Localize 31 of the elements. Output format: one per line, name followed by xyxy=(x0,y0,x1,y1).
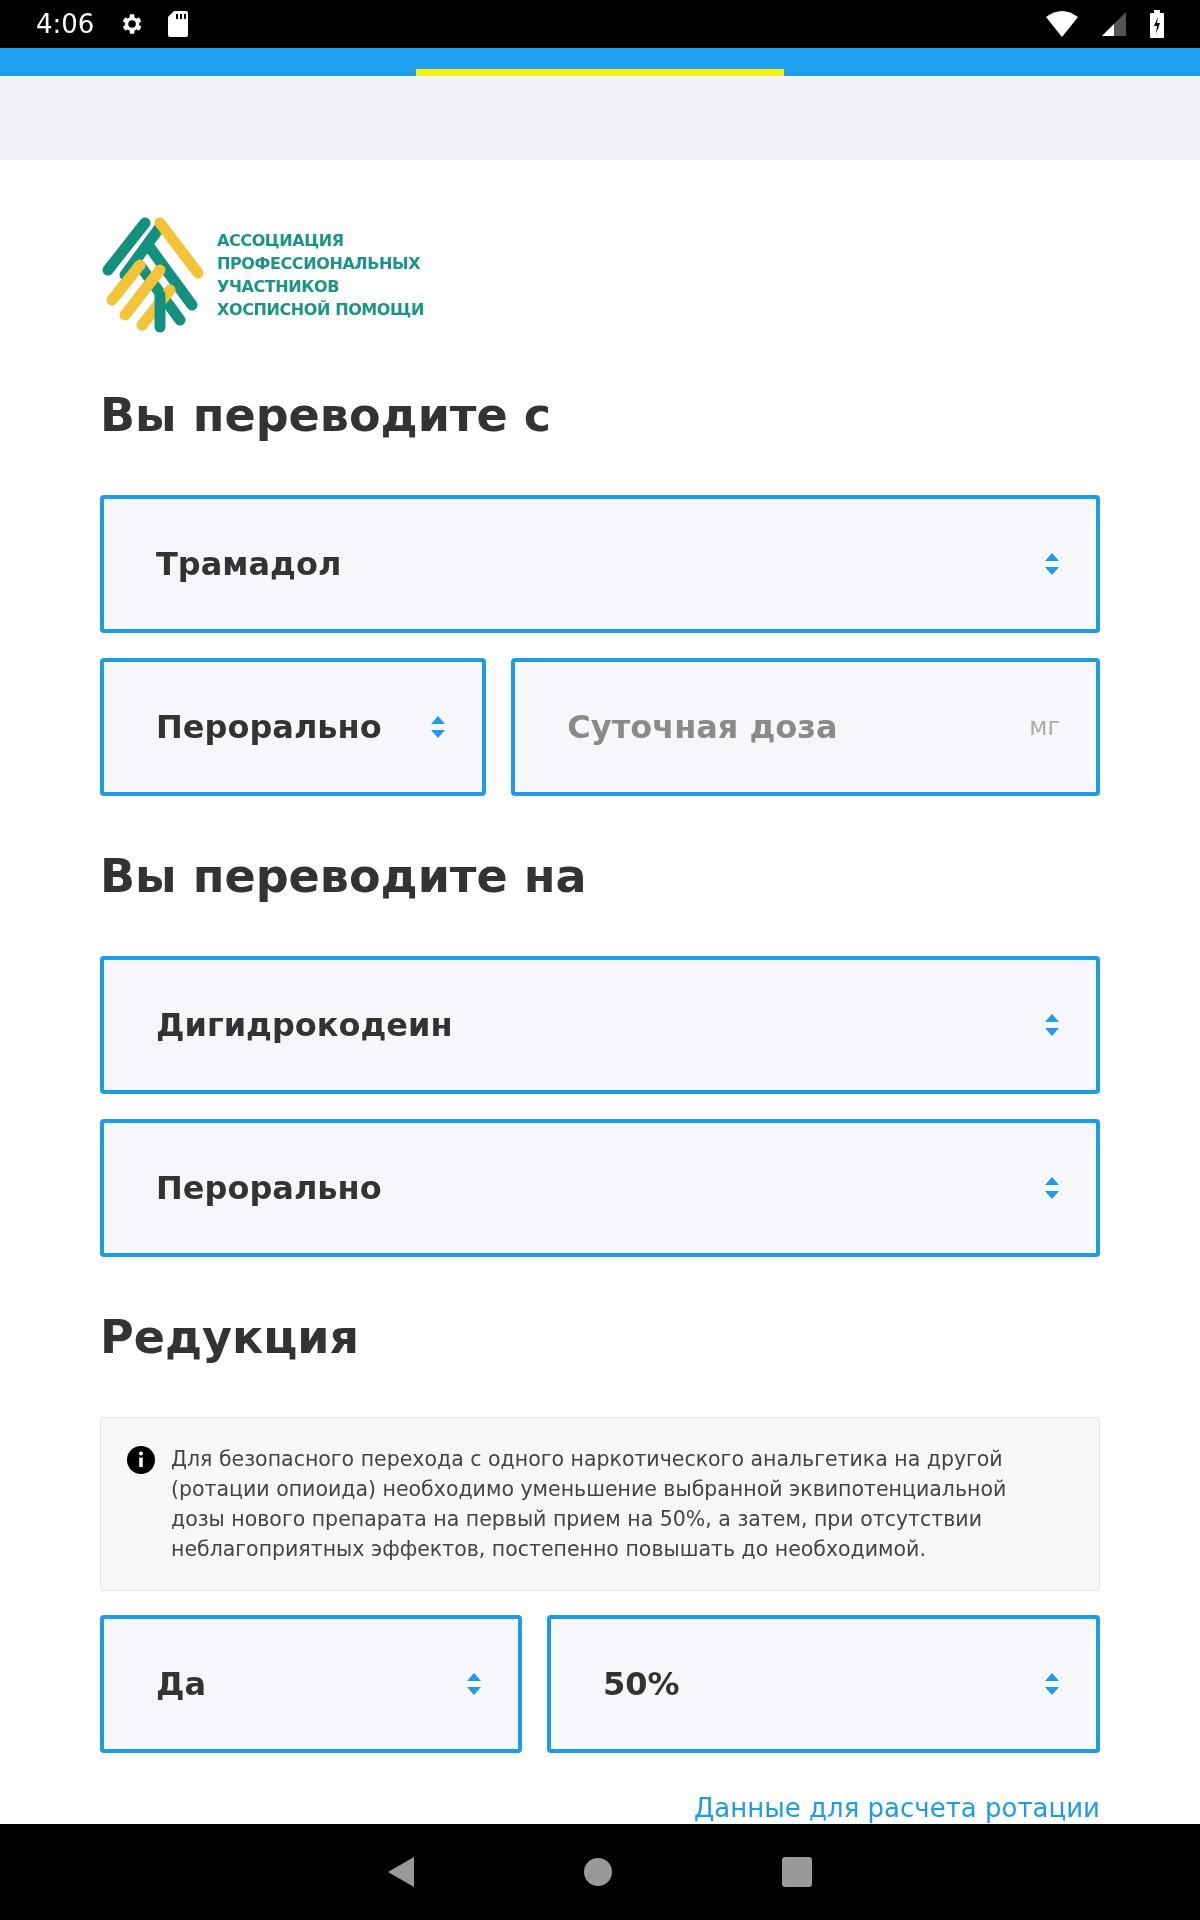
section-heading: Редукция xyxy=(100,1309,361,1366)
logo-text: УЧАСТНИКОВ xyxy=(217,276,340,298)
logo-text: ХОСПИСНОЙ ПОМОЩИ xyxy=(217,299,424,321)
select-field[interactable]: 50% xyxy=(547,1615,1100,1753)
section-heading: Вы переводите с xyxy=(100,387,552,444)
signal-icon xyxy=(1102,12,1126,36)
sd-card-icon xyxy=(168,11,189,37)
info-text: Для безопасного перехода с одного наркотического анальгетика на другой (ротации опиоида) необходимо уменьшение выбранной эквипотенциальной дозы нового препарата на первый прием на 50%, а затем, при отсутствии неблагоприятных эффектов, постепенно повышать до необходимой. xyxy=(171,1446,1008,1563)
select-field[interactable]: Перорально xyxy=(100,658,487,796)
select-field[interactable]: Да xyxy=(100,1615,522,1753)
wifi-icon xyxy=(1046,11,1078,37)
sort-arrows-icon xyxy=(1044,1012,1060,1038)
section-heading: Вы переводите на xyxy=(100,848,588,905)
sort-arrows-icon xyxy=(1044,1175,1060,1201)
home-icon[interactable] xyxy=(584,1858,612,1886)
info-icon xyxy=(127,1446,155,1474)
sort-arrows-icon xyxy=(1044,551,1060,577)
logo-text: ПРОФЕССИОНАЛЬНЫХ xyxy=(217,253,422,275)
unit-label: мг xyxy=(1029,712,1060,743)
select-field[interactable]: Трамадол xyxy=(100,495,1100,633)
battery-icon xyxy=(1150,10,1164,38)
sort-arrows-icon xyxy=(1044,1671,1060,1697)
dose-input-field[interactable]: Суточная доза xyxy=(567,703,1014,751)
logo-icon xyxy=(100,215,205,335)
sort-arrows-icon xyxy=(430,714,447,740)
select-field[interactable]: Перорально xyxy=(100,1119,1100,1257)
back-icon[interactable] xyxy=(388,1857,414,1887)
sort-arrows-icon xyxy=(466,1671,482,1697)
status-time: 4:06 xyxy=(36,7,95,41)
select-field[interactable]: Дигидрокодеин xyxy=(100,956,1100,1094)
logo-text: АССОЦИАЦИЯ xyxy=(217,230,345,252)
